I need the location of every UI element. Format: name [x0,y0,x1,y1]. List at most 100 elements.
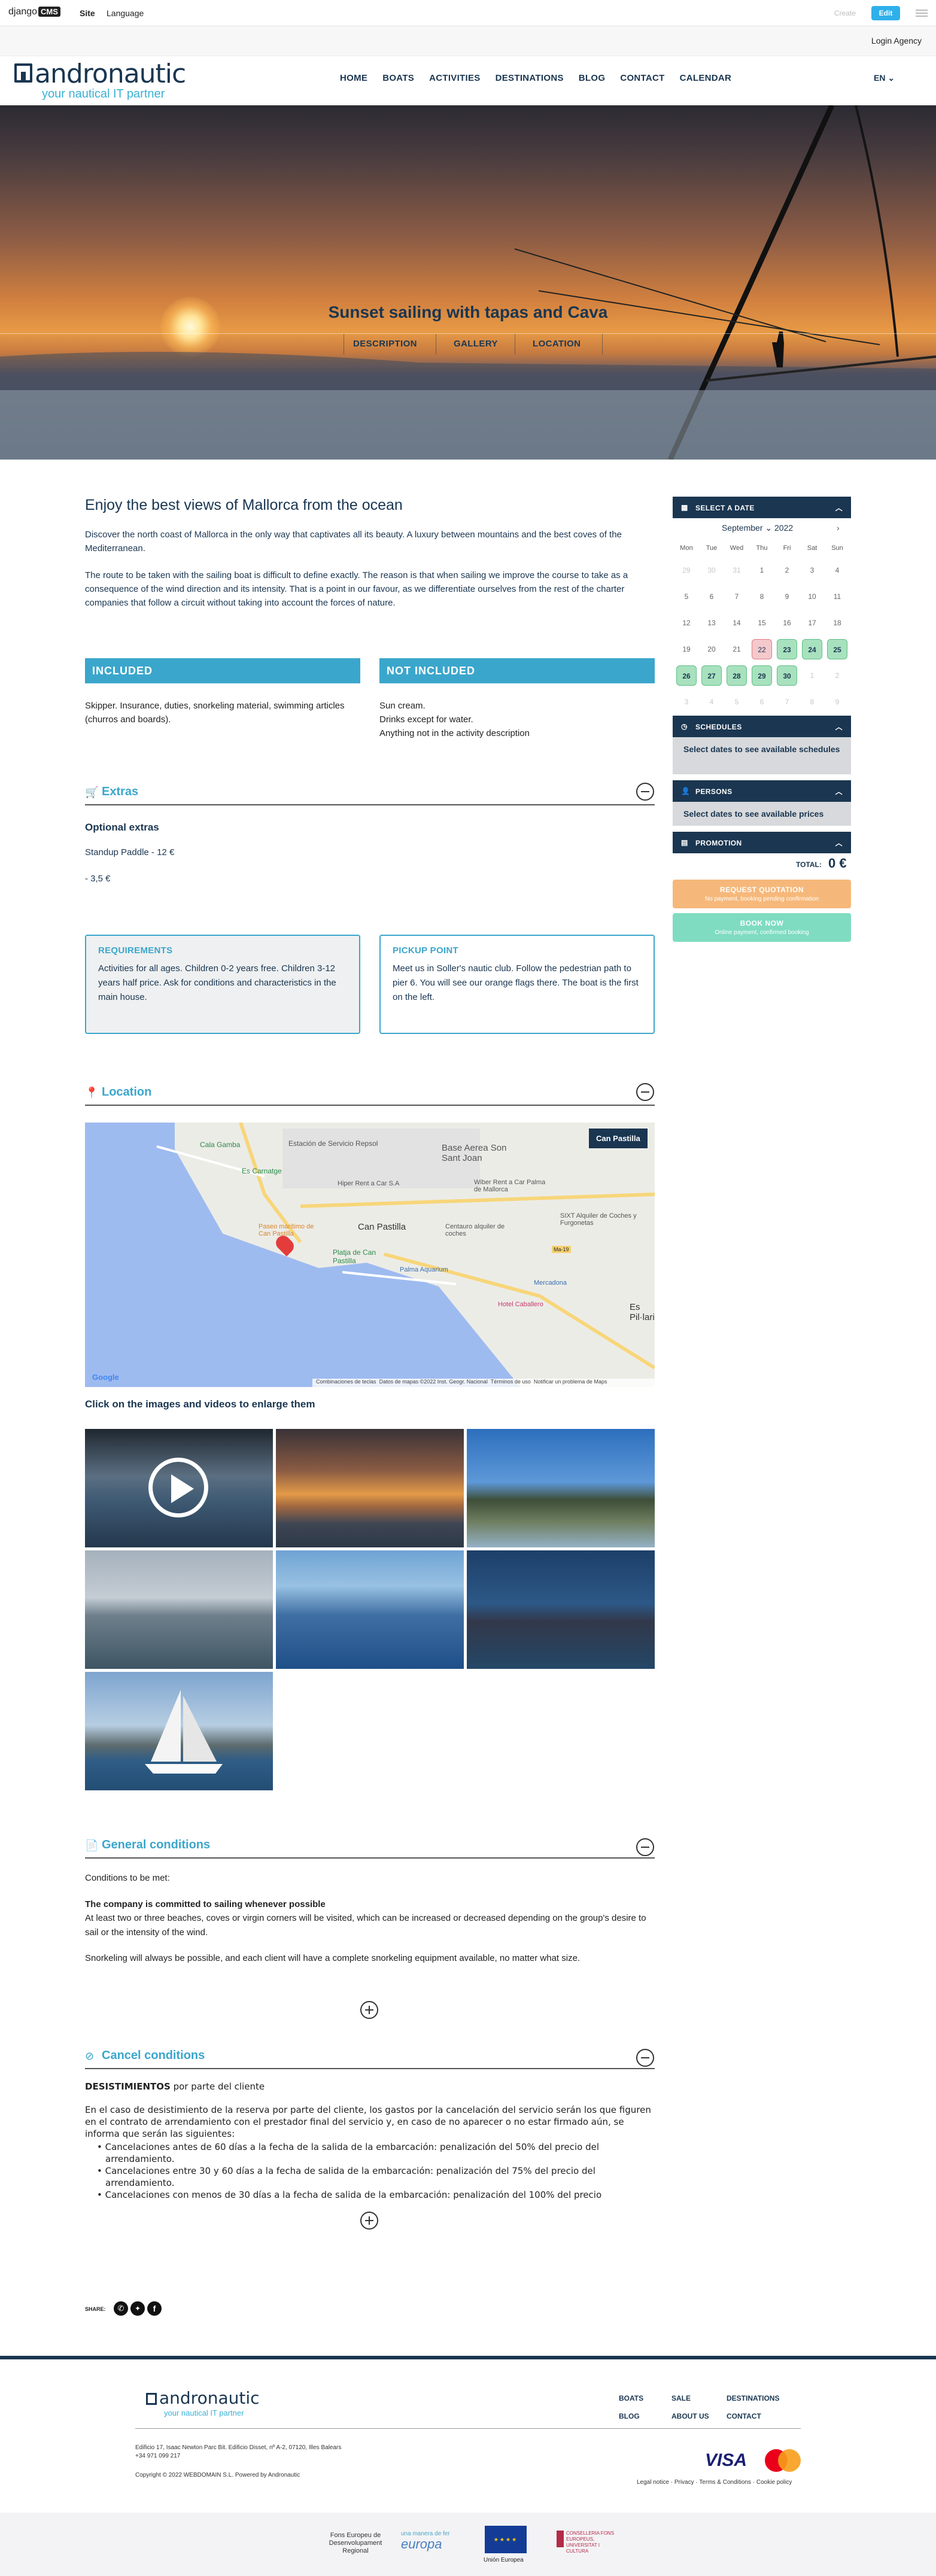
calendar-day[interactable]: 7 [727,586,747,607]
promotion-header[interactable]: ▤ PROMOTION ︿ [673,832,851,853]
calendar-day: 8 [810,698,815,706]
tab-description[interactable]: DESCRIPTION [353,339,417,349]
calendar-day[interactable]: 19 [676,639,697,659]
share-label: SHARE: [85,2306,106,2312]
gallery-image-5[interactable] [276,1550,464,1669]
included-text: Skipper. Insurance, duties, snorkeling m… [85,701,345,725]
month-select[interactable]: September ⌄ 2022 [722,523,793,533]
calendar-day[interactable]: 13 [701,613,722,633]
ban-icon: ⊘ [85,2050,95,2062]
cms-site-menu[interactable]: Site [80,8,95,18]
cancel-heading: DESISTIMIENTOS por parte del cliente [85,2081,265,2092]
nav-boats[interactable]: BOATS [382,73,414,83]
cms-menu-icon[interactable] [916,8,928,19]
hero-title-band [0,390,936,460]
request-quotation-button[interactable]: REQUEST QUOTATION No payment, booking pen… [673,880,851,908]
person-icon: 👤 [681,787,691,795]
calendar-day[interactable]: 20 [701,639,722,659]
location-map[interactable]: Can Pastilla Estación de Servicio Repsol… [85,1123,655,1387]
gallery-image-2[interactable] [276,1429,464,1547]
gallery-image-3[interactable] [467,1429,655,1547]
map-footer: Combinaciones de teclas Datos de mapas ©… [312,1379,655,1387]
tab-gallery[interactable]: GALLERY [454,339,498,349]
calendar-day[interactable]: 25 [827,639,847,659]
calendar-day[interactable]: 24 [802,639,822,659]
total-value: 0 € [828,856,847,871]
calendar-day[interactable]: 8 [752,586,772,607]
language-selector[interactable]: EN ⌄ [874,73,895,83]
govern-balear-logo [557,2531,564,2547]
select-date-header[interactable]: ▦ SELECT A DATE ︿ [673,497,851,518]
weekday-label: Thu [756,545,768,552]
calendar-day[interactable]: 2 [777,560,797,580]
footer-legal-links[interactable]: Legal notice · Privacy · Terms & Conditi… [637,2479,792,2486]
twitter-icon[interactable]: ✦ [130,2301,145,2316]
calendar-day[interactable]: 29 [752,665,772,686]
login-agency-link[interactable]: Login Agency [871,36,922,45]
django-cms-logo[interactable]: django CMS [8,7,60,17]
calendar-day[interactable]: 22 [752,639,772,659]
whatsapp-icon[interactable]: ✆ [114,2301,128,2316]
gallery-image-6[interactable] [467,1550,655,1669]
cms-toolbar: django CMS Site Language Create Edit [0,0,936,26]
calendar-day[interactable]: 28 [727,665,747,686]
gallery-image-7[interactable] [85,1672,273,1790]
chevron-up-icon: ︿ [835,504,843,512]
calendar-day[interactable]: 18 [827,613,847,633]
calendar-day[interactable]: 10 [802,586,822,607]
calendar-day[interactable]: 1 [752,560,772,580]
next-month-icon[interactable]: › [837,523,840,533]
calendar-day[interactable]: 21 [727,639,747,659]
tab-location[interactable]: LOCATION [533,339,581,349]
nav-home[interactable]: HOME [340,73,367,83]
book-now-button[interactable]: BOOK NOW Online payment, confirmed bookin… [673,913,851,942]
cms-language-menu[interactable]: Language [107,8,144,18]
collapse-cancel-button[interactable] [636,2049,654,2067]
calendar-day[interactable]: 14 [727,613,747,633]
expand-cancel-button[interactable] [360,2212,378,2230]
page-heading: Enjoy the best views of Mallorca from th… [85,497,403,513]
promo-icon: ▤ [681,838,688,847]
calendar-day[interactable]: 11 [827,586,847,607]
schedules-header[interactable]: ◷ SCHEDULES ︿ [673,716,851,737]
activity-title: Sunset sailing with tapas and Cava [328,303,608,321]
calendar-day[interactable]: 12 [676,613,697,633]
cms-edit-button[interactable]: Edit [871,6,900,20]
calendar-day[interactable]: 9 [777,586,797,607]
gallery-image-4[interactable] [85,1550,273,1669]
included-header: INCLUDED [85,658,360,683]
nav-blog[interactable]: BLOG [579,73,606,83]
calendar-day[interactable]: 3 [802,560,822,580]
calendar-day[interactable]: 4 [827,560,847,580]
calendar-day[interactable]: 17 [802,613,822,633]
nav-activities[interactable]: ACTIVITIES [429,73,481,83]
persons-header[interactable]: 👤 PERSONS ︿ [673,780,851,802]
conditions-bold: The company is committed to sailing when… [85,1899,326,1909]
calendar-day[interactable]: 15 [752,613,772,633]
nav-destinations[interactable]: DESTINATIONS [496,73,564,83]
calendar-day: 31 [733,566,741,574]
feder-text: Fons Europeu de Desenvolupament Regional [329,2532,382,2554]
nav-contact[interactable]: CONTACT [620,73,664,83]
footer-copyright: Copyright © 2022 WEBDOMAIN S.L. Powered … [135,2472,300,2478]
collapse-extras-button[interactable] [636,783,654,801]
calendar-day[interactable]: 30 [777,665,797,686]
calendar-day[interactable]: 5 [676,586,697,607]
nav-calendar[interactable]: CALENDAR [680,73,732,83]
weekday-label: Sat [807,545,818,552]
expand-general-button[interactable] [360,2001,378,2019]
facebook-icon[interactable]: f [147,2301,162,2316]
calendar-day[interactable]: 6 [701,586,722,607]
collapse-general-button[interactable] [636,1838,654,1856]
not-included-list: Sun cream. Drinks except for water. Anyt… [379,701,530,738]
description-para-2: The route to be taken with the sailing b… [85,570,628,608]
calendar-day[interactable]: 26 [676,665,697,686]
collapse-location-button[interactable] [636,1083,654,1101]
calendar-day[interactable]: 27 [701,665,722,686]
requirements-box: REQUIREMENTS Activities for all ages. Ch… [85,935,360,1034]
cms-create-button[interactable]: Create [827,6,863,20]
calendar-day[interactable]: 23 [777,639,797,659]
calendar-day[interactable]: 16 [777,613,797,633]
gallery-video-1[interactable] [85,1429,273,1547]
footer-phone: +34 971 099 217 [135,2453,181,2459]
